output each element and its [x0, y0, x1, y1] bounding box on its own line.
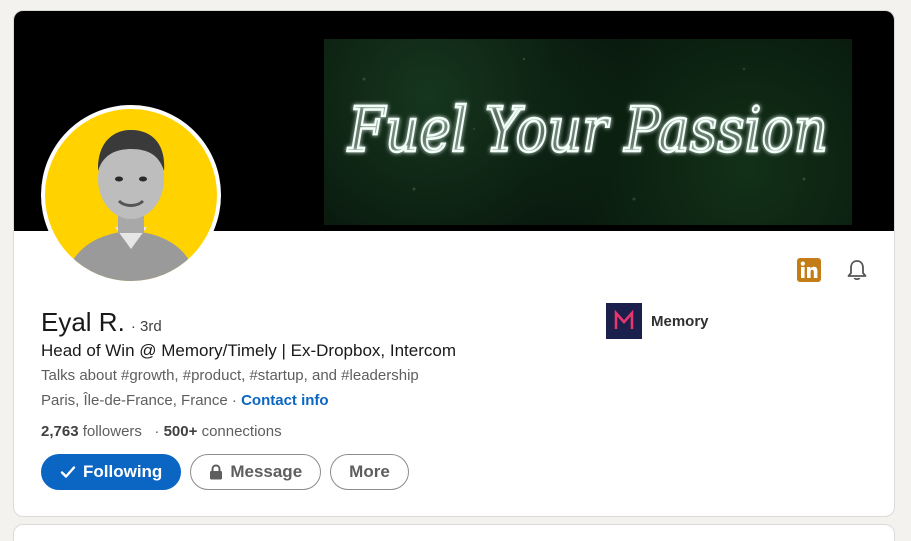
bell-icon[interactable]: [844, 257, 870, 283]
lock-icon: [209, 464, 223, 480]
profile-avatar[interactable]: [41, 105, 221, 285]
next-section-card: [13, 524, 895, 541]
profile-card: Fuel Your Passion Eyal R. · 3rd Head of …: [13, 10, 895, 517]
connection-degree: · 3rd: [130, 318, 162, 335]
profile-location-row: Paris, Île-de-France, France · Contact i…: [41, 392, 329, 409]
banner-neon-art: Fuel Your Passion: [324, 39, 852, 225]
avatar-photo: [45, 109, 217, 281]
message-button[interactable]: Message: [190, 454, 322, 490]
connections-count: 500+: [163, 423, 198, 440]
followers-count: 2,763: [41, 423, 79, 440]
connections-label[interactable]: connections: [202, 423, 282, 440]
current-company[interactable]: Memory: [606, 303, 709, 339]
contact-info-link[interactable]: Contact info: [241, 392, 329, 409]
profile-talks-about: Talks about #growth, #product, #startup,…: [41, 367, 419, 384]
more-label: More: [349, 462, 390, 481]
profile-name: Eyal R.: [41, 307, 125, 337]
check-icon: [60, 464, 76, 480]
profile-stats: 2,763 followers · 500+ connections: [41, 423, 282, 440]
profile-headline: Head of Win @ Memory/Timely | Ex-Dropbox…: [41, 341, 456, 360]
profile-location: Paris, Île-de-France, France: [41, 392, 228, 409]
followers-label[interactable]: followers: [83, 423, 142, 440]
banner-text: Fuel Your Passion: [347, 93, 828, 166]
company-name: Memory: [651, 312, 709, 330]
stats-separator: ·: [154, 423, 160, 440]
message-label: Message: [230, 462, 303, 481]
more-button[interactable]: More: [330, 454, 409, 490]
memory-logo-icon: [606, 303, 642, 339]
following-label: Following: [83, 462, 163, 481]
following-button[interactable]: Following: [41, 454, 182, 490]
linkedin-icon[interactable]: [796, 257, 822, 283]
location-separator: ·: [227, 392, 242, 409]
